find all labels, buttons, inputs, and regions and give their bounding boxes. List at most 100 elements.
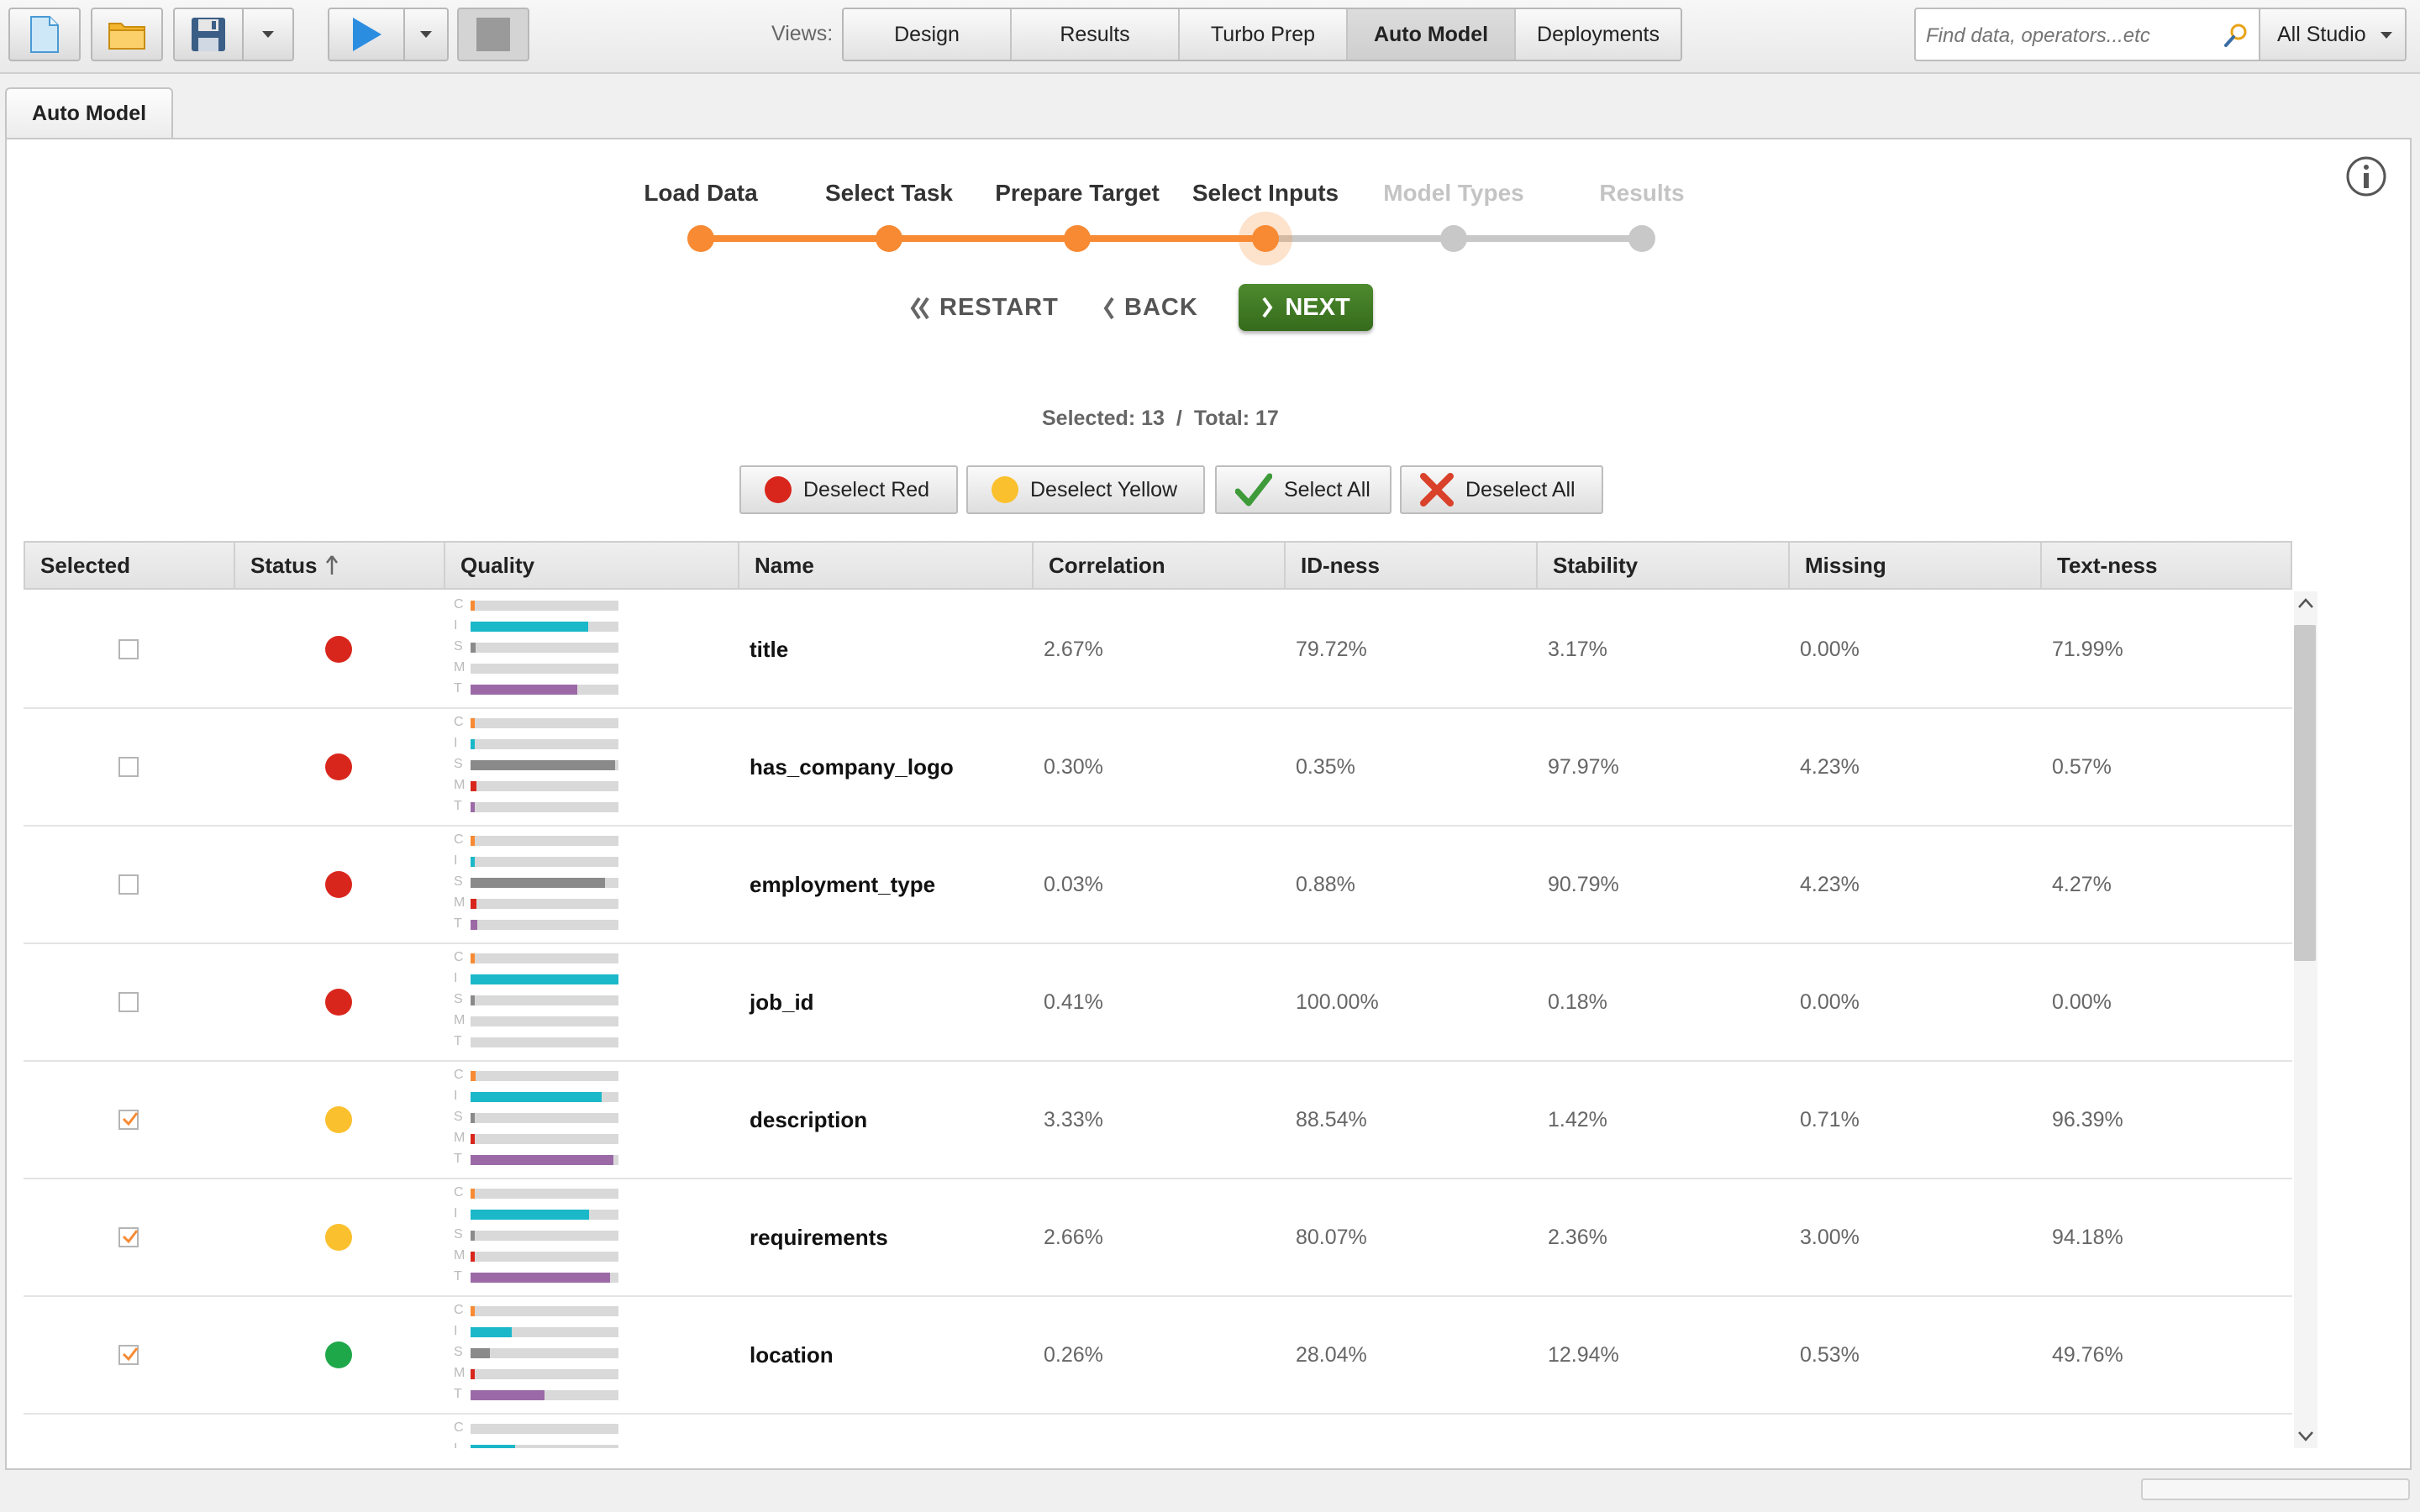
quality-letter: S (454, 1345, 463, 1359)
name-cell: title (738, 591, 1032, 707)
red-dot-icon (765, 476, 792, 503)
quality-bars: CISMT (454, 1185, 622, 1289)
search-icon[interactable] (2223, 23, 2249, 48)
view-tab-turbo-prep[interactable]: Turbo Prep (1180, 9, 1348, 60)
select-all-button[interactable]: Select All (1215, 465, 1392, 514)
step-dot-load-data[interactable] (687, 225, 714, 252)
scrollbar-thumb[interactable] (2294, 625, 2316, 961)
open-button[interactable] (91, 8, 163, 61)
row-checkbox[interactable] (118, 757, 139, 777)
quality-letter: C (454, 1068, 464, 1082)
correlation-value: 2.66% (1044, 1225, 1103, 1249)
stability-value: 1.42% (1548, 1107, 1607, 1131)
correlation-cell: 0.30% (1032, 709, 1284, 825)
deselect-red-button[interactable]: Deselect Red (739, 465, 958, 514)
quality-bar-row: I (454, 736, 622, 750)
quality-bar-row: M (454, 895, 622, 910)
column-header-quality[interactable]: Quality (445, 543, 739, 588)
quality-track (471, 664, 618, 674)
column-header-idness[interactable]: ID-ness (1286, 543, 1538, 588)
idness-cell: 0.88% (1284, 827, 1536, 942)
deselect-all-button[interactable]: Deselect All (1400, 465, 1603, 514)
idness-value: 88.54% (1296, 1107, 1367, 1131)
step-dot-prepare-target[interactable] (1064, 225, 1091, 252)
deselect-yellow-button[interactable]: Deselect Yellow (966, 465, 1205, 514)
textness-cell: 94.18% (2040, 1179, 2292, 1295)
row-checkbox[interactable] (118, 1345, 139, 1365)
search-scope-dropdown[interactable]: All Studio (2259, 8, 2407, 61)
quality-bar-row: I (454, 1089, 622, 1103)
vertical-scrollbar[interactable] (2294, 591, 2317, 1448)
back-button[interactable]: BACK (1102, 294, 1198, 322)
run-dropdown-button[interactable] (403, 8, 449, 61)
table-row[interactable]: C I S M Tjob_id 0.41% 100.00% 0.18% 0.00% 0.00% (24, 944, 2292, 1062)
correlation-cell: 2.66% (1032, 1179, 1284, 1295)
step-dot-results (1628, 225, 1655, 252)
run-button[interactable] (328, 8, 405, 61)
table-row[interactable]: C I S M Temployment_type 0.03% 0.88% 90.79% 4.23… (24, 827, 2292, 944)
restart-button[interactable]: RESTART (909, 294, 1059, 322)
global-search (1914, 8, 2260, 61)
attribute-name: has_company_logo (750, 753, 954, 780)
view-tab-design[interactable]: Design (844, 9, 1012, 60)
row-checkbox[interactable] (118, 1227, 139, 1247)
quality-bar-row: S (454, 1110, 622, 1124)
selected-cell (24, 827, 234, 942)
quality-track (471, 1445, 618, 1448)
view-tab-auto-model[interactable]: Auto Model (1348, 9, 1516, 60)
quality-track (471, 1037, 618, 1047)
scroll-up-icon[interactable] (2295, 593, 2317, 615)
save-button[interactable] (173, 8, 244, 61)
quality-bar (471, 718, 475, 728)
column-header-textness[interactable]: Text-ness (2042, 543, 2291, 588)
auto-model-pane-tab[interactable]: Auto Model (5, 87, 173, 138)
row-checkbox[interactable] (118, 874, 139, 895)
table-row[interactable]: CI (24, 1415, 2292, 1448)
search-input[interactable] (1924, 19, 2213, 53)
row-checkbox[interactable] (118, 992, 139, 1012)
table-row[interactable]: C I S M Thas_company_logo 0.30% 0.35% 97.97% 4.2… (24, 709, 2292, 827)
column-header-correlation[interactable]: Correlation (1034, 543, 1286, 588)
search-scope-label: All Studio (2277, 22, 2366, 46)
table-row[interactable]: C I S M Trequirements 2.66% 80.07% 2.36% 3.00% 94… (24, 1179, 2292, 1297)
idness-value: 79.72% (1296, 637, 1367, 661)
column-header-selected[interactable]: Selected (25, 543, 235, 588)
step-label-results: Results (1599, 180, 1685, 206)
stop-button[interactable] (457, 8, 529, 61)
view-tab-deployments[interactable]: Deployments (1516, 9, 1681, 60)
status-cell (234, 591, 444, 707)
row-checkbox[interactable] (118, 639, 139, 659)
attribute-name: requirements (750, 1224, 888, 1250)
column-header-status[interactable]: Status (235, 543, 445, 588)
new-process-button[interactable] (8, 8, 81, 61)
next-button[interactable]: NEXT (1239, 284, 1373, 331)
quality-bars: CISMT (454, 715, 622, 818)
stability-value: 3.17% (1548, 637, 1607, 661)
column-header-stability[interactable]: Stability (1538, 543, 1790, 588)
view-tab-results[interactable]: Results (1012, 9, 1180, 60)
name-cell: job_id (738, 944, 1032, 1060)
status-green-dot (325, 1341, 352, 1368)
quality-bar-row: I (454, 853, 622, 868)
table-row[interactable]: C I S M Tlocation 0.26% 28.04% 12.94% 0.53% 49.76… (24, 1297, 2292, 1415)
quality-bar (471, 1252, 475, 1262)
scroll-down-icon[interactable] (2295, 1425, 2317, 1446)
quality-track (471, 1390, 618, 1400)
quality-bar-row: M (454, 1013, 622, 1027)
step-dot-select-inputs[interactable] (1252, 225, 1279, 252)
row-checkbox[interactable] (118, 1110, 139, 1130)
save-dropdown-button[interactable] (242, 8, 294, 61)
column-header-name[interactable]: Name (739, 543, 1034, 588)
quality-bar-row: T (454, 799, 622, 813)
info-icon[interactable] (2344, 155, 2388, 198)
quality-bar-row: I (454, 971, 622, 985)
table-row[interactable]: C I S M Tdescription 3.33% 88.54% 1.42% 0.71% 96.… (24, 1062, 2292, 1179)
missing-cell: 0.00% (1788, 591, 2040, 707)
quality-track (471, 974, 618, 984)
column-header-missing[interactable]: Missing (1790, 543, 2042, 588)
table-row[interactable]: C I S M Ttitle 2.67% 79.72% 3.17% 0.00% 71.99% (24, 591, 2292, 709)
sort-ascending-icon (326, 555, 339, 575)
step-dot-select-task[interactable] (876, 225, 902, 252)
status-cell (234, 1297, 444, 1413)
idness-value: 28.04% (1296, 1342, 1367, 1367)
